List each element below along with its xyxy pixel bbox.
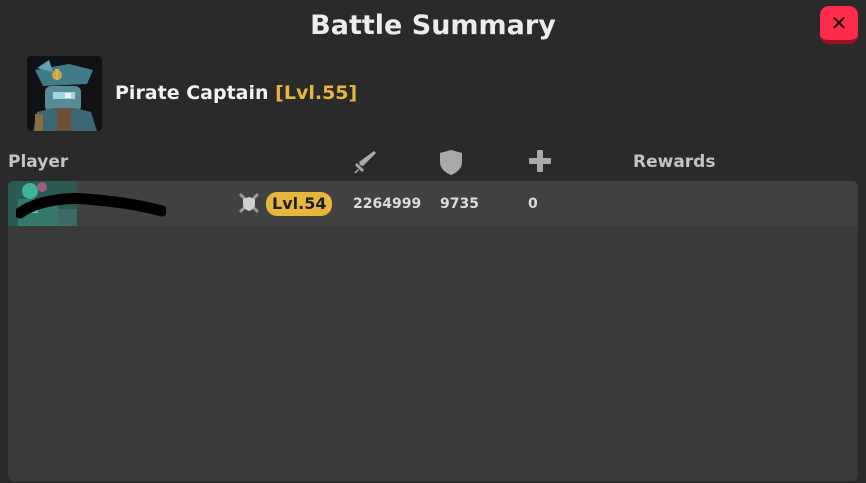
- defense-value: 9735: [440, 196, 479, 212]
- close-button[interactable]: ✕: [820, 6, 858, 44]
- pirate-captain-portrait-icon: [27, 56, 102, 131]
- column-header-player: Player: [8, 152, 69, 172]
- redaction-scribble: [16, 193, 166, 219]
- column-header-rewards: Rewards: [633, 152, 716, 172]
- sword-icon: [352, 149, 378, 179]
- page-title: Battle Summary: [310, 10, 556, 41]
- boss-level: [Lvl.55]: [275, 82, 358, 104]
- shield-icon: [439, 149, 463, 180]
- damage-value: 2264999: [353, 196, 422, 212]
- boss-portrait: [27, 56, 102, 131]
- table-row: Lvl.54 2264999 9735 0: [8, 181, 858, 226]
- close-icon: ✕: [830, 11, 848, 35]
- plus-icon: [528, 149, 552, 177]
- results-table: [8, 181, 858, 481]
- player-level-badge: Lvl.54: [266, 192, 333, 216]
- crossed-swords-shield-icon: [238, 192, 260, 218]
- heal-value: 0: [528, 196, 538, 212]
- boss-name: Pirate Captain: [115, 82, 269, 104]
- boss-name-line: Pirate Captain [Lvl.55]: [115, 82, 357, 104]
